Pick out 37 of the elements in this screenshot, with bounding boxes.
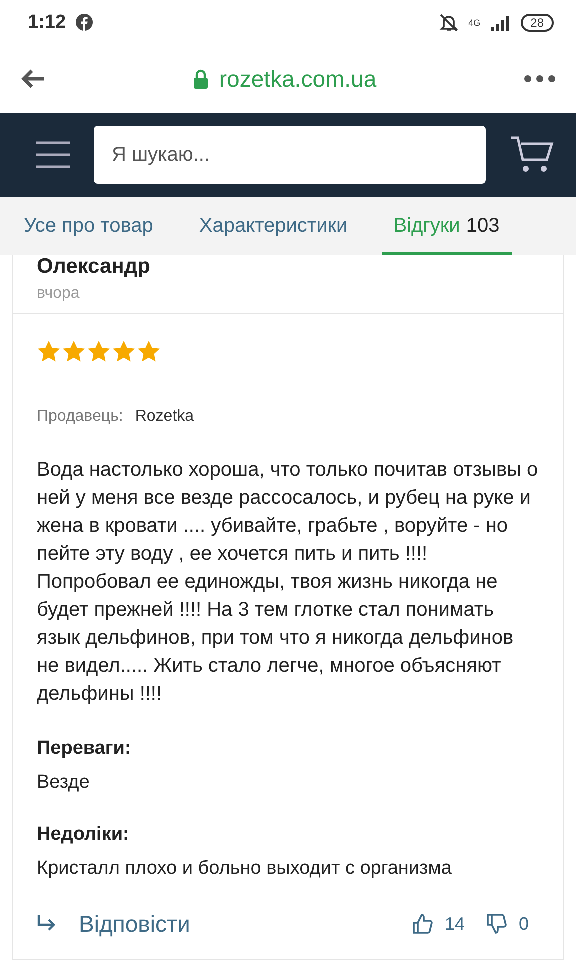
review-date: вчора [37,285,81,303]
facebook-icon [76,14,94,31]
author-name: Олександр [37,255,150,279]
seller-label: Продавець: [37,408,124,426]
star-icon [137,340,161,364]
review-text: Вода настолько хороша, что только почитав отзывы о ней у меня все везде рассосалось, и рубец на руке и жена в кровати .... убивайте, грабьте , воруйте - но пейте эту воду , ее хочется пить и пить !!!! Попробовал ее единожды, твоя жизнь никогда не будет прежней !!!! На 3 тем глотке стал понимать язык дельфинов, при том что я никогда дельфинов не видел..... Жить стало легче, многое объясняют дельфины !!!! [37,458,539,707]
pros-label: Переваги: [37,738,132,760]
thumbs-down-icon[interactable] [486,914,507,934]
battery-level: 28 [520,14,554,32]
menu-icon[interactable] [36,141,70,169]
like-count: 14 [444,914,465,934]
cons-label: Недоліки: [37,824,130,846]
tab[interactable]: Відгуки 103 [382,197,512,255]
cons-text: Кристалл плохо и больно выходит с организма [37,858,453,880]
reply-arrow-icon [37,915,57,933]
clock-time: 1:12 [28,12,66,34]
reply-link[interactable]: Відповісти [79,910,190,938]
signal-icon [490,14,511,30]
cart-icon[interactable] [510,135,554,175]
review-count: 103 [466,214,500,238]
tab[interactable]: Усе про товар [12,197,166,255]
bell-muted-icon [438,12,459,32]
lock-icon [193,69,210,89]
back-arrow-icon[interactable] [20,69,46,89]
search-field[interactable]: Я шукаю... [94,126,486,184]
star-icon [37,340,61,364]
star-icon [87,340,111,364]
network-type: 4G [468,18,481,28]
star-icon [62,340,86,364]
thumbs-up-icon[interactable] [412,914,433,934]
star-icon [112,340,136,364]
seller-name: Rozetka [135,408,194,426]
more-menu-icon[interactable] [524,75,556,83]
page-url[interactable]: rozetka.com.ua [219,66,377,92]
tab[interactable]: Характеристики [187,197,360,255]
pros-text: Везде [37,772,91,794]
dislike-count: 0 [518,914,529,934]
